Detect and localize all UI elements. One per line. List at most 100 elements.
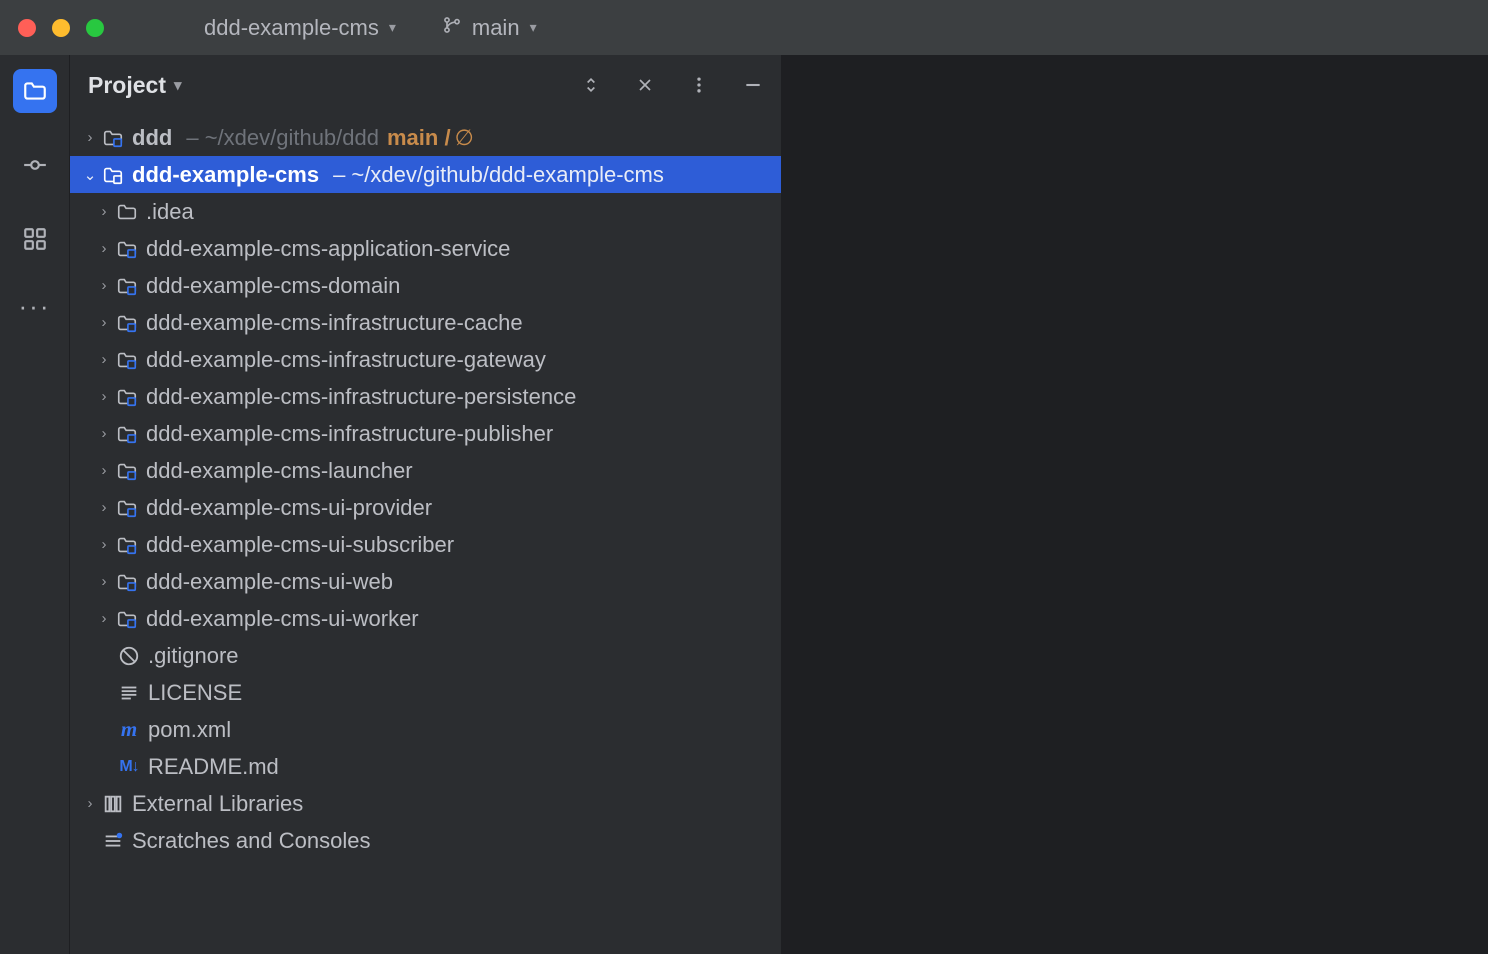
- tree-item-label: pom.xml: [148, 717, 231, 743]
- chevron-right-icon[interactable]: ›: [94, 425, 114, 442]
- panel-title-selector[interactable]: Project ▾: [88, 72, 182, 99]
- ignore-file-icon: [116, 645, 142, 667]
- project-panel: Project ▾: [70, 55, 782, 954]
- module-folder-icon: [114, 275, 140, 297]
- chevron-down-icon: ▾: [389, 19, 396, 36]
- tree-item-label: Scratches and Consoles: [132, 828, 370, 854]
- chevron-right-icon[interactable]: ›: [94, 499, 114, 516]
- chevron-right-icon[interactable]: ›: [94, 610, 114, 627]
- tree-item-module[interactable]: › ddd-example-cms-application-service: [70, 230, 781, 267]
- null-set-icon: ∅: [455, 125, 474, 151]
- module-folder-icon: [114, 312, 140, 334]
- editor-area: [782, 55, 1488, 954]
- structure-tool-button[interactable]: [13, 217, 57, 261]
- markdown-file-icon: M↓: [116, 758, 142, 776]
- tree-item-readme[interactable]: M↓ README.md: [70, 748, 781, 785]
- module-folder-icon: [114, 608, 140, 630]
- tree-item-path: – ~/xdev/github/ddd: [186, 125, 379, 151]
- chevron-right-icon[interactable]: ›: [94, 203, 114, 220]
- chevron-down-icon[interactable]: ⌄: [80, 166, 100, 184]
- project-selector[interactable]: ddd-example-cms ▾: [198, 11, 402, 45]
- branch-name-label: main: [472, 15, 520, 41]
- minimize-window-button[interactable]: [52, 19, 70, 37]
- tree-item-label: LICENSE: [148, 680, 242, 706]
- tree-item-label: ddd-example-cms-launcher: [146, 458, 413, 484]
- close-window-button[interactable]: [18, 19, 36, 37]
- tree-item-label: ddd-example-cms-ui-provider: [146, 495, 432, 521]
- main-area: ··· Project ▾: [0, 55, 1488, 954]
- tree-root-cms[interactable]: ⌄ ddd-example-cms – ~/xdev/github/ddd-ex…: [70, 156, 781, 193]
- tree-item-license[interactable]: LICENSE: [70, 674, 781, 711]
- tree-item-label: README.md: [148, 754, 279, 780]
- tree-item-module[interactable]: › ddd-example-cms-infrastructure-gateway: [70, 341, 781, 378]
- tree-item-branch: main /: [387, 125, 451, 151]
- scratch-icon: [100, 830, 126, 852]
- chevron-right-icon[interactable]: ›: [80, 129, 100, 146]
- project-name-label: ddd-example-cms: [204, 15, 379, 41]
- module-folder-icon: [114, 571, 140, 593]
- tool-sidebar: ···: [0, 55, 70, 954]
- chevron-right-icon[interactable]: ›: [80, 795, 100, 812]
- tree-item-pom[interactable]: m pom.xml: [70, 711, 781, 748]
- module-folder-icon: [100, 127, 126, 149]
- tree-external-libraries[interactable]: › External Libraries: [70, 785, 781, 822]
- tree-item-module[interactable]: › ddd-example-cms-ui-web: [70, 563, 781, 600]
- panel-actions: [581, 75, 763, 95]
- chevron-right-icon[interactable]: ›: [94, 388, 114, 405]
- more-tools-button[interactable]: ···: [19, 291, 51, 322]
- tree-item-module[interactable]: › ddd-example-cms-domain: [70, 267, 781, 304]
- chevron-right-icon[interactable]: ›: [94, 351, 114, 368]
- tree-item-label: .gitignore: [148, 643, 239, 669]
- chevron-right-icon[interactable]: ›: [94, 462, 114, 479]
- tree-item-label: .idea: [146, 199, 194, 225]
- text-file-icon: [116, 682, 142, 704]
- chevron-down-icon: ▾: [174, 76, 182, 94]
- module-folder-icon: [114, 349, 140, 371]
- close-icon[interactable]: [635, 75, 655, 95]
- chevron-right-icon[interactable]: ›: [94, 573, 114, 590]
- branch-selector[interactable]: main ▾: [436, 11, 543, 45]
- panel-header: Project ▾: [70, 55, 781, 115]
- module-folder-icon: [114, 386, 140, 408]
- expand-collapse-button[interactable]: [581, 75, 601, 95]
- tree-item-module[interactable]: › ddd-example-cms-ui-subscriber: [70, 526, 781, 563]
- chevron-right-icon[interactable]: ›: [94, 314, 114, 331]
- project-tree[interactable]: › ddd – ~/xdev/github/ddd main / ∅ ⌄ ddd…: [70, 115, 781, 954]
- tree-item-label: ddd-example-cms-ui-worker: [146, 606, 419, 632]
- branch-icon: [442, 15, 462, 41]
- module-folder-icon: [114, 534, 140, 556]
- commit-tool-button[interactable]: [13, 143, 57, 187]
- tree-item-label: ddd-example-cms-infrastructure-persisten…: [146, 384, 576, 410]
- tree-item-module[interactable]: › ddd-example-cms-ui-worker: [70, 600, 781, 637]
- tree-item-label: ddd-example-cms-application-service: [146, 236, 510, 262]
- chevron-right-icon[interactable]: ›: [94, 277, 114, 294]
- more-options-button[interactable]: [689, 75, 709, 95]
- folder-icon: [114, 201, 140, 223]
- module-folder-icon: [100, 164, 126, 186]
- panel-title-label: Project: [88, 72, 166, 99]
- tree-item-path: – ~/xdev/github/ddd-example-cms: [333, 162, 664, 188]
- chevron-down-icon: ▾: [530, 19, 537, 36]
- tree-item-idea[interactable]: › .idea: [70, 193, 781, 230]
- tree-item-module[interactable]: › ddd-example-cms-infrastructure-persist…: [70, 378, 781, 415]
- tree-item-module[interactable]: › ddd-example-cms-ui-provider: [70, 489, 781, 526]
- tree-item-gitignore[interactable]: .gitignore: [70, 637, 781, 674]
- tree-item-label: ddd-example-cms-infrastructure-publisher: [146, 421, 553, 447]
- project-tool-button[interactable]: [13, 69, 57, 113]
- module-folder-icon: [114, 423, 140, 445]
- window-controls: [18, 19, 104, 37]
- tree-item-module[interactable]: › ddd-example-cms-launcher: [70, 452, 781, 489]
- tree-item-label: ddd-example-cms-infrastructure-cache: [146, 310, 523, 336]
- tree-scratches[interactable]: Scratches and Consoles: [70, 822, 781, 859]
- chevron-right-icon[interactable]: ›: [94, 536, 114, 553]
- tree-item-module[interactable]: › ddd-example-cms-infrastructure-cache: [70, 304, 781, 341]
- tree-root-ddd[interactable]: › ddd – ~/xdev/github/ddd main / ∅: [70, 119, 781, 156]
- tree-item-module[interactable]: › ddd-example-cms-infrastructure-publish…: [70, 415, 781, 452]
- chevron-right-icon[interactable]: ›: [94, 240, 114, 257]
- minimize-panel-button[interactable]: [743, 75, 763, 95]
- maximize-window-button[interactable]: [86, 19, 104, 37]
- library-icon: [100, 793, 126, 815]
- tree-item-label: ddd-example-cms-ui-web: [146, 569, 393, 595]
- module-folder-icon: [114, 497, 140, 519]
- tree-item-label: External Libraries: [132, 791, 303, 817]
